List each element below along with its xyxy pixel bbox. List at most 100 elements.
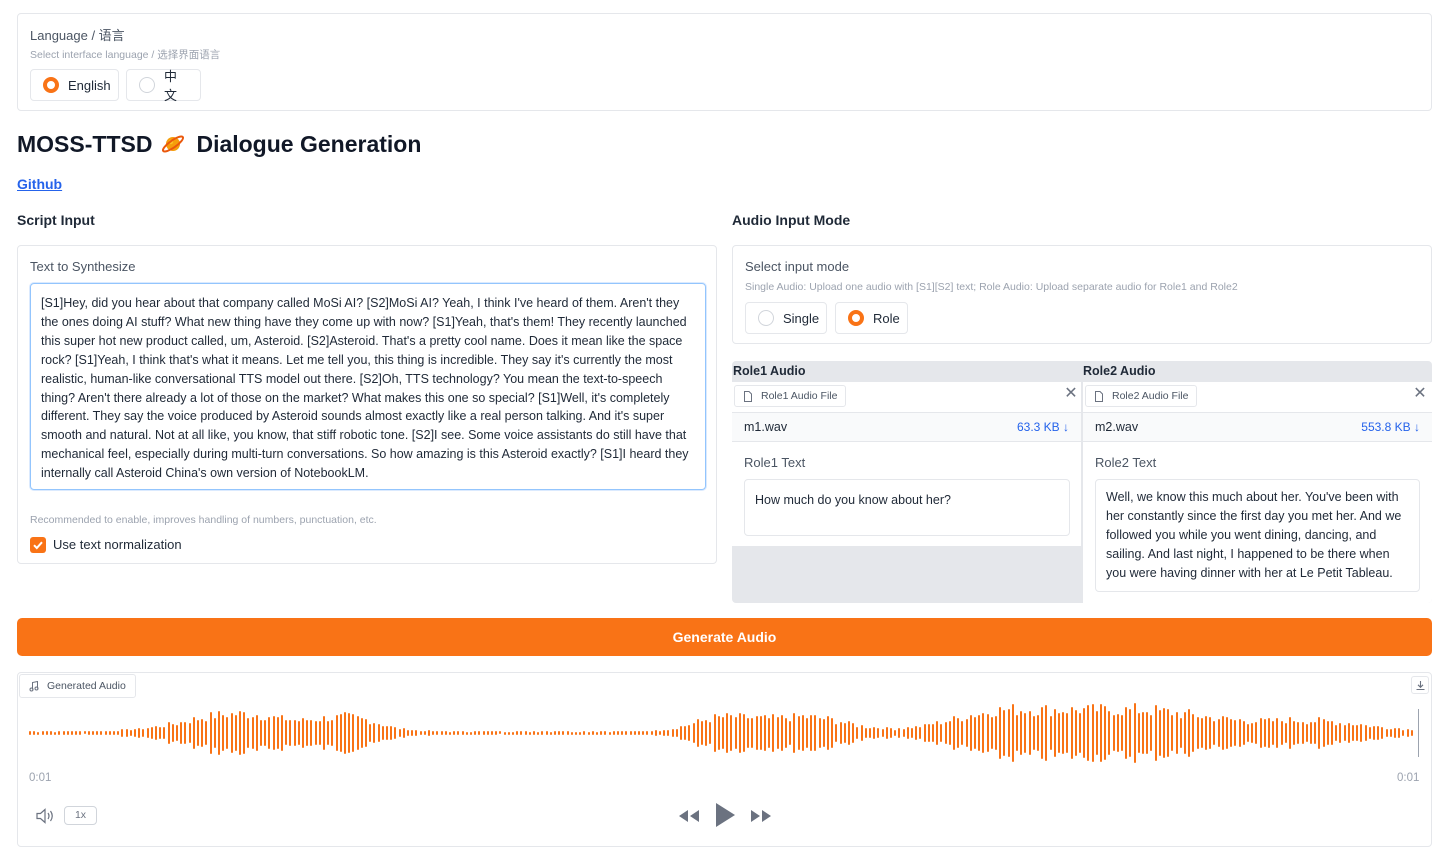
page-title-name: MOSS-TTSD <box>17 130 153 157</box>
waveform-bar <box>239 710 241 756</box>
waveform-bar <box>285 720 288 746</box>
role2-text-input[interactable]: Well, we know this much about her. You'v… <box>1095 479 1420 592</box>
normalization-checkbox[interactable] <box>30 537 46 553</box>
speed-button[interactable]: 1x <box>64 806 97 825</box>
waveform-bar <box>965 719 968 747</box>
waveform-bar <box>117 730 120 736</box>
role2-file-size[interactable]: 553.8 KB ↓ <box>1361 420 1420 434</box>
waveform-bar <box>843 722 846 744</box>
role1-file-row[interactable]: m1.wav 63.3 KB ↓ <box>732 412 1081 442</box>
waveform-bar <box>642 731 645 735</box>
check-icon <box>33 541 43 550</box>
role2-file-row[interactable]: m2.wav 553.8 KB ↓ <box>1083 412 1432 442</box>
waveform-bar <box>692 722 695 744</box>
waveform-bar <box>171 724 174 742</box>
waveform-bar <box>747 718 750 748</box>
waveform-bar <box>554 731 556 735</box>
waveform-bar <box>516 731 519 735</box>
waveform-bar <box>444 731 447 735</box>
waveform-bar <box>264 720 267 746</box>
waveform-bar <box>398 728 401 738</box>
waveform-bar <box>1158 709 1161 757</box>
waveform-bar <box>684 725 687 741</box>
github-link[interactable]: Github <box>17 176 62 192</box>
waveform-bar <box>1196 717 1199 749</box>
waveform-bar <box>348 713 351 753</box>
waveform-bar <box>474 730 477 736</box>
waveform-bar <box>96 730 99 736</box>
waveform-bar <box>604 731 607 735</box>
waveform-bar <box>1049 716 1052 750</box>
normalization-info: Recommended to enable, improves handling… <box>30 514 377 526</box>
radio-chinese[interactable]: 中文 <box>126 69 201 103</box>
waveform-bar <box>1125 706 1128 760</box>
page-title-subtitle: Dialogue Generation <box>196 130 422 157</box>
role1-file-chip: Role1 Audio File <box>734 385 847 407</box>
script-textarea[interactable]: [S1]Hey, did you hear about that company… <box>30 283 706 490</box>
waveform-bar <box>146 728 149 738</box>
waveform-bar <box>272 715 275 751</box>
waveform-bar <box>768 718 771 748</box>
waveform-bar <box>1289 717 1291 749</box>
waveform-bar <box>491 731 493 735</box>
role1-text-label: Role1 Text <box>744 455 806 470</box>
generated-audio-label: Generated Audio <box>47 680 126 692</box>
waveform-bar <box>1062 711 1065 755</box>
waveform-bar <box>906 727 909 739</box>
waveform-bar <box>927 724 930 742</box>
waveform-bar <box>524 730 527 736</box>
fast-forward-icon[interactable] <box>749 807 773 825</box>
waveform-bar <box>155 726 157 740</box>
waveform-bar <box>717 715 720 751</box>
waveform-bar <box>545 731 548 735</box>
waveform-bar <box>1406 728 1409 738</box>
waveform-bar <box>1394 727 1396 739</box>
role2-clear-icon[interactable]: ✕ <box>1410 384 1430 404</box>
waveform-bar <box>1339 722 1342 744</box>
waveform-bar <box>1037 714 1039 752</box>
waveform-bar <box>1242 721 1245 745</box>
waveform-bar <box>789 721 792 745</box>
play-icon[interactable] <box>713 801 737 829</box>
waveform-bar <box>465 731 468 735</box>
waveform-bar <box>1226 717 1228 749</box>
download-icon[interactable] <box>1411 676 1429 694</box>
role1-file-size[interactable]: 63.3 KB ↓ <box>1017 420 1069 434</box>
role1-clear-icon[interactable]: ✕ <box>1061 384 1081 404</box>
waveform-bar <box>428 730 430 736</box>
generate-audio-button[interactable]: Generate Audio <box>17 618 1432 656</box>
waveform-bar <box>709 721 712 745</box>
waveform-bar <box>1343 724 1346 742</box>
waveform-bar <box>436 730 439 736</box>
volume-icon[interactable] <box>35 807 57 825</box>
waveform-bar <box>1217 719 1220 747</box>
waveform-bar <box>793 712 796 754</box>
rewind-icon[interactable] <box>677 807 701 825</box>
waveform-bar <box>75 730 78 736</box>
waveform-bar <box>1129 708 1132 758</box>
radio-english[interactable]: English <box>30 69 119 101</box>
radio-single[interactable]: Single <box>745 302 827 334</box>
waveform-bar <box>1137 712 1140 754</box>
waveform-bar <box>331 719 334 747</box>
waveform-bar <box>755 716 758 750</box>
waveform-bar <box>533 731 535 735</box>
waveform-bar <box>869 727 871 739</box>
waveform-bar <box>344 712 346 754</box>
waveform-bar <box>297 720 300 746</box>
waveform-bar <box>1171 715 1174 751</box>
waveform[interactable] <box>29 701 1419 765</box>
file-icon <box>744 390 752 402</box>
waveform-bar <box>360 717 363 749</box>
radio-chinese-dot <box>139 77 155 93</box>
waveform-bar <box>583 731 586 735</box>
waveform-bar <box>776 716 779 749</box>
waveform-bar <box>251 717 254 749</box>
time-end: 0:01 <box>1397 772 1420 784</box>
waveform-bar <box>113 730 115 736</box>
waveform-bar <box>163 726 166 740</box>
role1-text-input[interactable]: How much do you know about her? <box>744 479 1070 536</box>
radio-role[interactable]: Role <box>835 302 908 334</box>
waveform-bar <box>108 730 111 736</box>
waveform-bar <box>1221 716 1224 750</box>
